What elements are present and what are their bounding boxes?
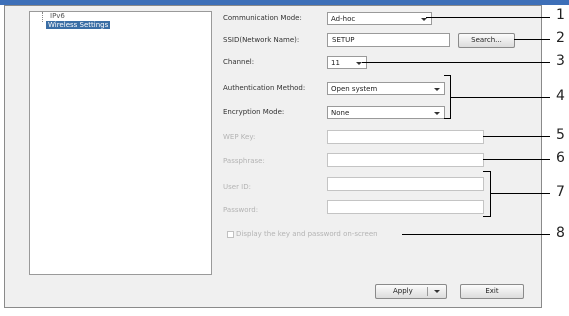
encryption-mode-value: None xyxy=(331,109,350,117)
communication-mode-label: Communication Mode: xyxy=(223,14,302,22)
callout-line-5 xyxy=(483,136,550,137)
channel-select[interactable]: 11 xyxy=(327,56,367,69)
wep-key-label: WEP Key: xyxy=(223,133,256,141)
apply-dropdown-icon[interactable] xyxy=(434,290,440,293)
search-button[interactable]: Search... xyxy=(458,33,515,48)
callout-number-5: 5 xyxy=(556,127,565,143)
apply-button[interactable]: Apply xyxy=(375,284,447,299)
display-key-label: Display the key and password on-screen xyxy=(236,230,378,238)
callout-number-1: 1 xyxy=(556,7,565,23)
display-key-checkbox[interactable] xyxy=(227,231,234,238)
callout-line-1 xyxy=(426,17,550,18)
ssid-field[interactable]: SETUP xyxy=(327,33,450,47)
callout-number-7: 7 xyxy=(556,184,565,200)
passphrase-field[interactable] xyxy=(327,153,484,167)
tree-item-wireless-settings[interactable]: Wireless Settings xyxy=(46,21,111,29)
callout-line-6 xyxy=(483,159,550,160)
user-id-label: User ID: xyxy=(223,183,251,191)
apply-dropdown-divider xyxy=(427,287,428,296)
callout-number-8: 8 xyxy=(556,225,565,241)
channel-label: Channel: xyxy=(223,58,255,66)
callout-number-6: 6 xyxy=(556,150,565,166)
wep-key-field[interactable] xyxy=(327,130,484,144)
authentication-method-value: Open system xyxy=(331,85,378,93)
channel-value: 11 xyxy=(331,59,340,67)
callout-line-7 xyxy=(491,193,550,194)
communication-mode-value: Ad-hoc xyxy=(331,15,356,23)
callout-line-8 xyxy=(402,234,550,235)
apply-label: Apply xyxy=(393,287,413,295)
chevron-down-icon xyxy=(434,88,440,91)
password-label: Password: xyxy=(223,206,259,214)
settings-window: IPv6 Wireless Settings Communication Mod… xyxy=(4,5,542,308)
communication-mode-select[interactable]: Ad-hoc xyxy=(327,12,432,25)
exit-button[interactable]: Exit xyxy=(460,284,524,299)
authentication-method-select[interactable]: Open system xyxy=(327,82,445,95)
ssid-label: SSID(Network Name): xyxy=(223,36,300,44)
callout-number-2: 2 xyxy=(556,30,565,46)
callout-number-4: 4 xyxy=(556,88,565,104)
callout-line-4 xyxy=(451,97,550,98)
callout-line-3 xyxy=(362,62,550,63)
encryption-mode-label: Encryption Mode: xyxy=(223,108,285,116)
callout-bracket-7 xyxy=(483,171,491,217)
user-id-field[interactable] xyxy=(327,177,484,191)
callout-number-3: 3 xyxy=(556,53,565,69)
passphrase-label: Passphrase: xyxy=(223,157,265,165)
encryption-mode-select[interactable]: None xyxy=(327,106,445,119)
callout-line-2 xyxy=(514,39,550,40)
settings-tree: IPv6 Wireless Settings xyxy=(29,11,212,275)
tree-item-ipv6[interactable]: IPv6 xyxy=(50,12,65,20)
chevron-down-icon xyxy=(434,112,440,115)
tree-connector xyxy=(42,12,43,22)
authentication-method-label: Authentication Method: xyxy=(223,84,306,92)
callout-bracket-4 xyxy=(444,75,451,119)
chevron-down-icon xyxy=(421,18,427,21)
password-field[interactable] xyxy=(327,200,484,214)
